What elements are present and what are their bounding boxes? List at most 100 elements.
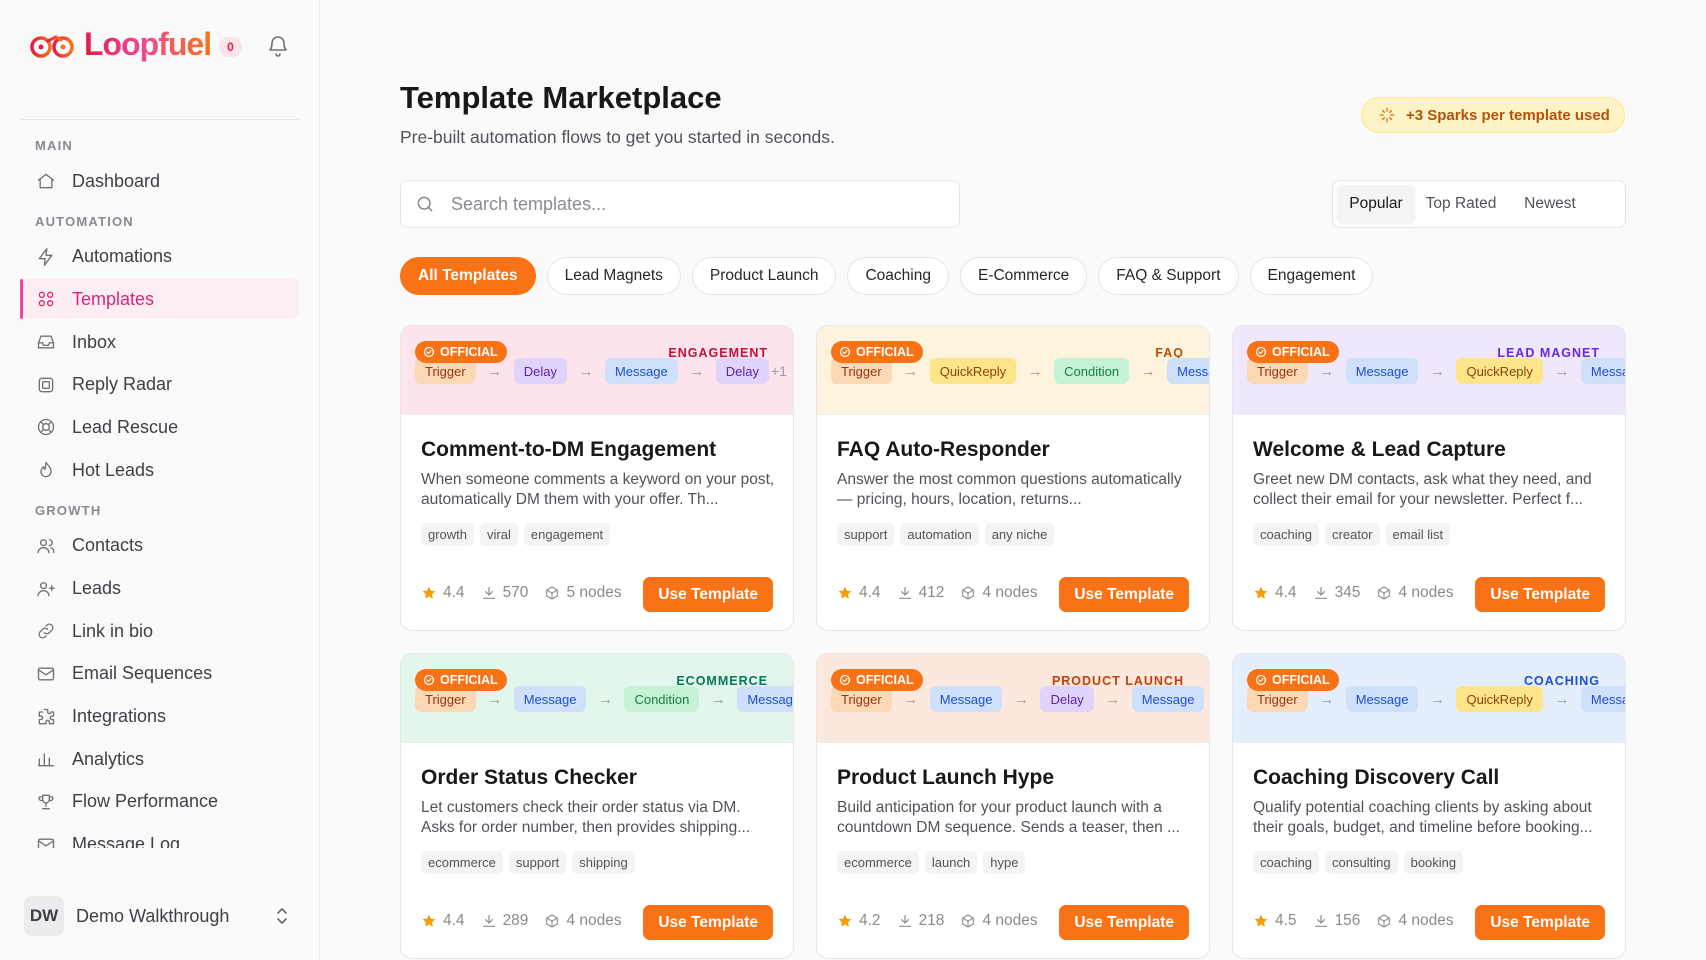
tag[interactable]: support <box>837 523 895 546</box>
brand-logo[interactable]: Loopfuel 0 <box>30 26 242 63</box>
rating: 4.5 <box>1253 912 1297 930</box>
flow-node: Delay <box>715 358 769 384</box>
rating: 4.4 <box>837 584 881 602</box>
download-icon <box>482 915 495 927</box>
star-icon <box>1254 586 1268 599</box>
tag[interactable]: coaching <box>1253 851 1320 874</box>
use-template-button[interactable]: Use Template <box>643 577 773 612</box>
template-title: Comment-to-DM Engagement <box>421 438 717 461</box>
template-card[interactable]: OFFICIAL COACHING Trigger → Message → QuickR… <box>1232 653 1626 959</box>
mail-icon <box>36 835 56 848</box>
sidebar-item-reply-radar[interactable]: Reply Radar <box>20 365 299 405</box>
node-count: 4 nodes <box>960 584 1038 602</box>
arrow-right-icon: → <box>1027 362 1043 380</box>
filter-chip-product-launch[interactable]: Product Launch <box>691 257 837 295</box>
page-title: Template Marketplace <box>400 80 722 115</box>
template-card[interactable]: OFFICIAL LEAD MAGNET Trigger → Message → Qui… <box>1232 325 1626 631</box>
sidebar-item-label: Hot Leads <box>72 459 155 480</box>
loopfuel-logo-icon <box>30 34 74 58</box>
sort-newest[interactable]: Newest <box>1507 185 1593 223</box>
use-template-button[interactable]: Use Template <box>1475 577 1605 612</box>
tag[interactable]: engagement <box>523 523 611 546</box>
rating-value: 4.2 <box>859 912 881 929</box>
filter-chip-lead-magnets[interactable]: Lead Magnets <box>546 257 681 295</box>
tag[interactable]: booking <box>1403 851 1464 874</box>
flow-node: Message <box>1580 358 1625 384</box>
sidebar-item-label: Flow Performance <box>72 791 219 812</box>
tag[interactable]: consulting <box>1325 851 1398 874</box>
filter-chip-all-templates[interactable]: All Templates <box>400 257 536 295</box>
arrow-right-icon: → <box>597 690 613 708</box>
sidebar-item-contacts[interactable]: Contacts <box>20 526 299 566</box>
tag[interactable]: email list <box>1385 523 1451 546</box>
sort-top-rated[interactable]: Top Rated <box>1415 185 1507 223</box>
search-input[interactable] <box>451 193 931 215</box>
official-badge: OFFICIAL <box>831 341 923 363</box>
user-menu[interactable]: DW Demo Walkthrough <box>24 894 294 938</box>
tag[interactable]: launch <box>924 851 978 874</box>
template-card[interactable]: OFFICIAL PRODUCT LAUNCH Trigger → Message →… <box>816 653 1210 959</box>
filter-chip-e-commerce[interactable]: E-Commerce <box>959 257 1088 295</box>
sidebar-item-flow-performance[interactable]: Flow Performance <box>20 782 299 822</box>
filter-chip-coaching[interactable]: Coaching <box>847 257 949 295</box>
use-template-button[interactable]: Use Template <box>1059 905 1189 940</box>
tag[interactable]: support <box>508 851 567 874</box>
template-stats: 4.4 412 4 nodes <box>837 584 1038 602</box>
sidebar-item-label: Analytics <box>72 748 145 769</box>
template-title: Coaching Discovery Call <box>1253 766 1500 789</box>
tag[interactable]: automation <box>900 523 979 546</box>
card-flow-preview: OFFICIAL PRODUCT LAUNCH Trigger → Message →… <box>817 654 1209 743</box>
tag[interactable]: ecommerce <box>837 851 919 874</box>
use-template-button[interactable]: Use Template <box>1059 577 1189 612</box>
use-template-button[interactable]: Use Template <box>643 905 773 940</box>
search-icon <box>417 196 433 212</box>
rating-value: 4.4 <box>1275 584 1297 601</box>
grid-icon <box>36 289 56 309</box>
official-label: OFFICIAL <box>1272 345 1330 359</box>
template-card[interactable]: OFFICIAL ENGAGEMENT Trigger → Delay → Messag… <box>400 325 794 631</box>
sidebar-item-automations[interactable]: Automations <box>20 237 299 277</box>
template-card[interactable]: OFFICIAL ECOMMERCE Trigger → Message → Condi… <box>400 653 794 959</box>
tag[interactable]: shipping <box>572 851 635 874</box>
tag[interactable]: viral <box>480 523 518 546</box>
filter-chip-faq-support[interactable]: FAQ & Support <box>1098 257 1239 295</box>
downloads: 412 <box>897 584 945 602</box>
sidebar-item-dashboard[interactable]: Dashboard <box>20 161 299 201</box>
sidebar-item-analytics[interactable]: Analytics <box>20 739 299 779</box>
sidebar-item-link-in-bio[interactable]: Link in bio <box>20 611 299 651</box>
sidebar-item-templates[interactable]: Templates <box>20 279 299 320</box>
sort-popular[interactable]: Popular <box>1337 185 1415 223</box>
card-flow-preview: OFFICIAL FAQ Trigger → QuickReply → Conditio… <box>817 326 1209 415</box>
template-card[interactable]: OFFICIAL FAQ Trigger → QuickReply → Conditio… <box>816 325 1210 631</box>
sidebar-item-email-sequences[interactable]: Email Sequences <box>20 654 299 694</box>
arrow-right-icon: → <box>1429 690 1445 708</box>
tag[interactable]: creator <box>1325 523 1380 546</box>
nav-section-label: MAIN <box>35 138 74 153</box>
sidebar-item-lead-rescue[interactable]: Lead Rescue <box>20 407 299 447</box>
template-title: Welcome & Lead Capture <box>1253 438 1506 461</box>
downloads-count: 412 <box>918 584 945 601</box>
tag[interactable]: any niche <box>984 523 1055 546</box>
chevron-up-down-icon[interactable] <box>270 904 294 928</box>
sidebar-item-leads[interactable]: Leads <box>20 569 299 609</box>
sidebar-item-integrations[interactable]: Integrations <box>20 697 299 737</box>
template-description: When someone comments a keyword on your … <box>421 471 775 508</box>
sidebar-item-message-log[interactable]: Message Log <box>20 825 299 848</box>
use-template-button[interactable]: Use Template <box>1475 905 1605 940</box>
main-content: Template Marketplace Pre-built automatio… <box>320 0 1706 960</box>
card-flow-preview: OFFICIAL COACHING Trigger → Message → QuickR… <box>1233 654 1625 743</box>
tag[interactable]: hype <box>983 851 1026 874</box>
search-box[interactable] <box>400 180 960 228</box>
tag[interactable]: coaching <box>1253 523 1320 546</box>
filter-chip-engagement[interactable]: Engagement <box>1249 257 1374 295</box>
cube-icon <box>546 586 559 600</box>
sparks-text: +3 Sparks per template used <box>1406 106 1610 124</box>
tag[interactable]: growth <box>421 523 475 546</box>
tag[interactable]: ecommerce <box>421 851 503 874</box>
arrow-right-icon: → <box>487 362 503 380</box>
sidebar-item-inbox[interactable]: Inbox <box>20 322 299 362</box>
sidebar-item-hot-leads[interactable]: Hot Leads <box>20 450 299 490</box>
flow-more-count: +1 <box>770 363 787 379</box>
bell-icon[interactable] <box>266 34 290 58</box>
downloads-count: 156 <box>1334 912 1361 929</box>
